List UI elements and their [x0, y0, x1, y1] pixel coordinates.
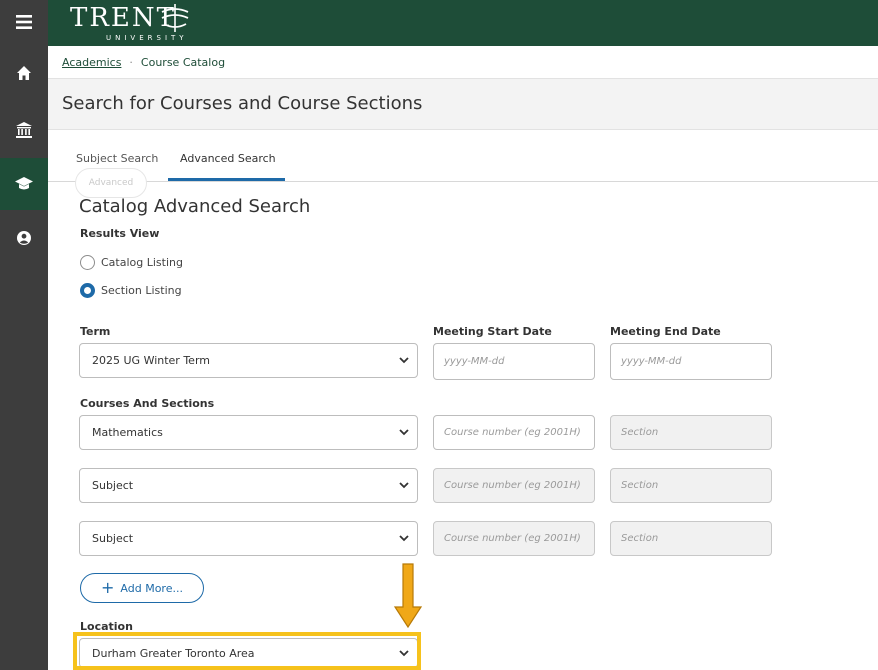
end-date-label: Meeting End Date [610, 325, 721, 338]
tab-subject-search[interactable]: Subject Search [76, 152, 158, 165]
meeting-end-date-input[interactable]: yyyy-MM-dd [610, 343, 772, 380]
term-select[interactable]: 2025 UG Winter Term [79, 343, 418, 378]
subject-select-3[interactable]: Subject [79, 521, 418, 556]
academics-nav-button[interactable] [0, 158, 48, 210]
subject-select-1[interactable]: Mathematics [79, 415, 418, 450]
institution-nav-button[interactable] [0, 110, 48, 150]
menu-icon [16, 15, 32, 29]
course-number-input-2: Course number (eg 2001H) [433, 468, 595, 503]
section-listing-label: Section Listing [101, 284, 182, 297]
catalog-listing-label: Catalog Listing [101, 256, 183, 269]
add-more-label: Add More... [120, 581, 183, 595]
add-more-button[interactable]: + Add More... [80, 573, 204, 603]
section-input-3: Section [610, 521, 772, 556]
course-number-input-3: Course number (eg 2001H) [433, 521, 595, 556]
start-date-label: Meeting Start Date [433, 325, 552, 338]
term-label: Term [80, 325, 111, 338]
page-title: Search for Courses and Course Sections [62, 93, 423, 114]
home-nav-button[interactable] [0, 53, 48, 93]
subject-select-1-value: Mathematics [92, 426, 163, 439]
breadcrumb-separator: · [129, 56, 133, 69]
breadcrumb-current[interactable]: Course Catalog [141, 56, 225, 69]
chevron-down-icon [399, 357, 409, 364]
left-nav-rail [0, 0, 48, 670]
advanced-ghost-button: Advanced [75, 168, 147, 198]
trent-emblem-icon [161, 4, 189, 32]
breadcrumb-academics-link[interactable]: Academics [62, 56, 121, 69]
chevron-down-icon [399, 429, 409, 436]
title-band: Search for Courses and Course Sections [48, 78, 878, 130]
location-highlight-box [73, 632, 421, 670]
catalog-listing-radio[interactable]: Catalog Listing [80, 255, 183, 270]
term-select-value: 2025 UG Winter Term [92, 354, 210, 367]
graduation-cap-icon [15, 177, 33, 190]
chevron-down-icon [399, 535, 409, 542]
active-tab-indicator [168, 178, 285, 181]
meeting-start-date-input[interactable]: yyyy-MM-dd [433, 343, 595, 380]
home-icon [17, 66, 31, 80]
results-view-label: Results View [80, 227, 160, 240]
section-input-2: Section [610, 468, 772, 503]
tab-advanced-search[interactable]: Advanced Search [180, 152, 276, 165]
down-arrow-annotation-icon [393, 563, 423, 629]
course-number-input-1[interactable]: Course number (eg 2001H) [433, 415, 595, 450]
plus-icon: + [101, 578, 115, 597]
chevron-down-icon [399, 482, 409, 489]
profile-nav-button[interactable] [0, 218, 48, 258]
top-header: TRENT UNIVERSITY [48, 0, 878, 46]
menu-button[interactable] [0, 2, 48, 42]
subject-select-3-value: Subject [92, 532, 134, 545]
subject-select-2[interactable]: Subject [79, 468, 418, 503]
logo-subtitle: UNIVERSITY [106, 34, 188, 42]
section-listing-radio[interactable]: Section Listing [80, 283, 182, 298]
courses-sections-label: Courses And Sections [80, 397, 215, 410]
breadcrumb: Academics · Course Catalog [62, 56, 225, 69]
institution-icon [16, 122, 32, 138]
user-circle-icon [17, 231, 31, 245]
form-heading: Catalog Advanced Search [79, 196, 311, 217]
section-input-1: Section [610, 415, 772, 450]
radio-checked-icon[interactable] [80, 283, 95, 298]
radio-unchecked-icon[interactable] [80, 255, 95, 270]
search-tabs: Subject Search Advanced Search [48, 140, 878, 182]
subject-select-2-value: Subject [92, 479, 134, 492]
